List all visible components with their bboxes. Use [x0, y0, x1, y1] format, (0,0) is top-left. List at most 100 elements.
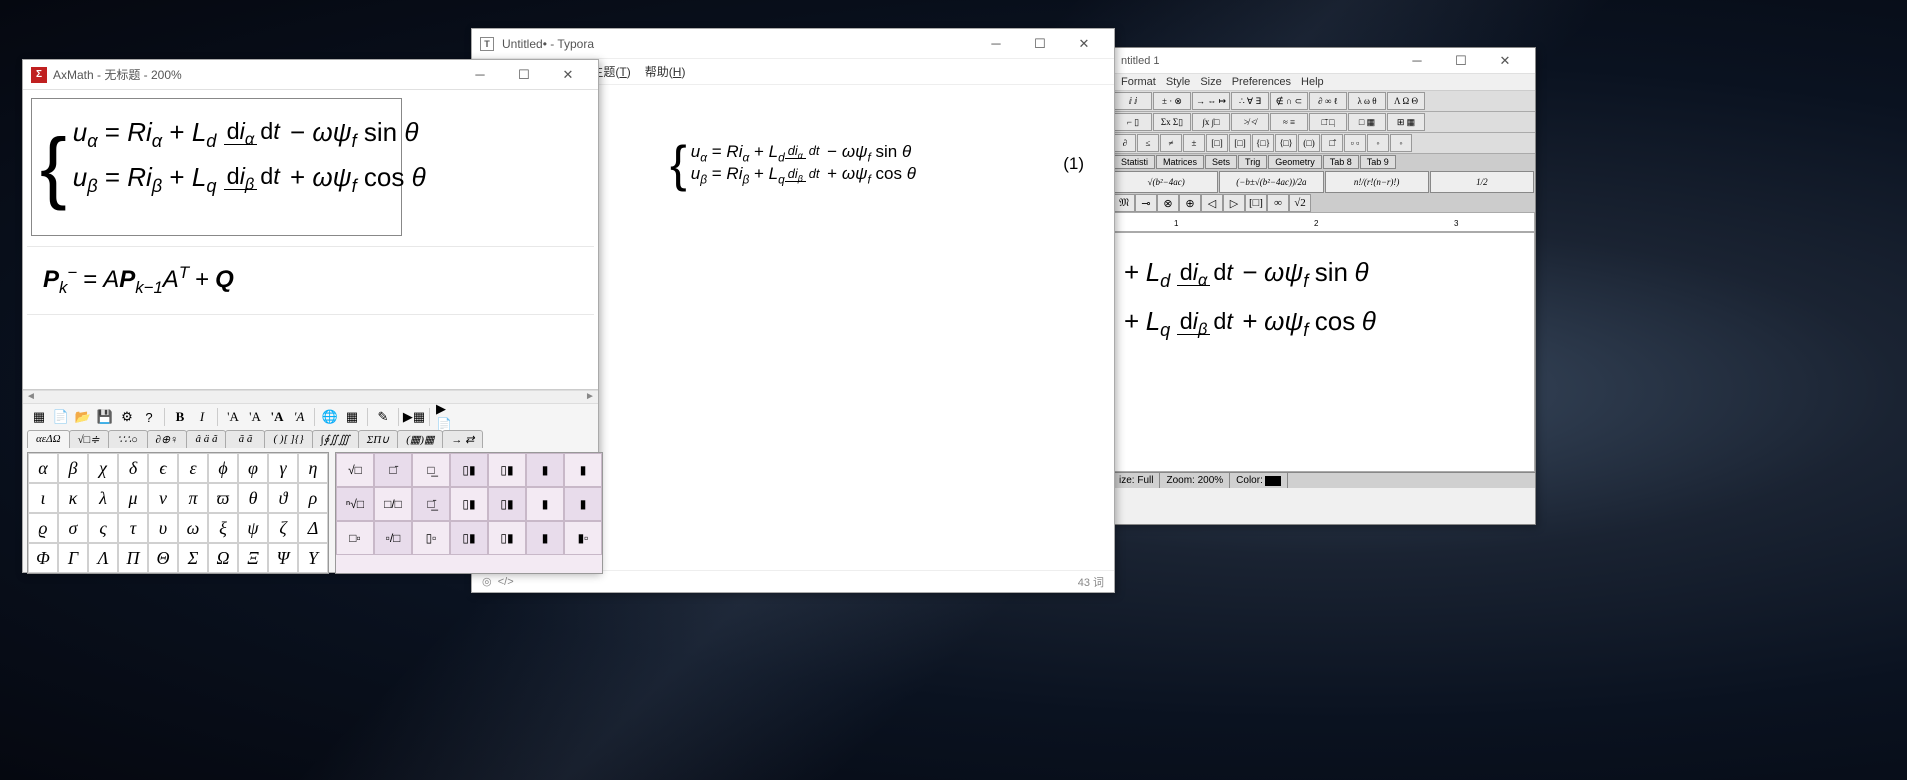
- template-cell[interactable]: ▮: [526, 487, 564, 521]
- tab-greek[interactable]: αεΔΩ: [27, 430, 70, 448]
- axmath-titlebar[interactable]: Σ AxMath - 无标题 - 200% ─ ☐ ✕: [23, 60, 598, 90]
- greek-π[interactable]: π: [178, 483, 208, 513]
- tb-btn[interactable]: ⟨□⟩: [1275, 134, 1297, 152]
- greek-ϖ[interactable]: ϖ: [208, 483, 238, 513]
- save-icon[interactable]: 💾: [95, 407, 115, 427]
- greek-α[interactable]: α: [28, 453, 58, 483]
- font-a2[interactable]: 'A: [245, 407, 265, 427]
- greek-Σ[interactable]: Σ: [178, 543, 208, 573]
- axmath-equation-1[interactable]: { uα = Riα + Ld diαdt − ωψf sin θ uβ = R…: [31, 98, 402, 236]
- tab-sets[interactable]: Sets: [1205, 155, 1237, 169]
- greek-η[interactable]: η: [298, 453, 328, 483]
- tpl-half[interactable]: 1/2: [1430, 171, 1534, 193]
- tab-operators[interactable]: ∂⊕♀: [147, 430, 188, 448]
- tb-btn[interactable]: ∂ ∞ ℓ: [1309, 92, 1347, 110]
- export-icon[interactable]: ▶📄: [435, 407, 455, 427]
- greek-θ[interactable]: θ: [238, 483, 268, 513]
- tab-matrix[interactable]: (▦)▦: [397, 430, 443, 448]
- tab-trig[interactable]: Trig: [1238, 155, 1267, 169]
- tex-document[interactable]: + Ld diαdt − ωψf sin θ + Lq diβdt + ωψf …: [1113, 232, 1535, 472]
- menu-preferences[interactable]: Preferences: [1232, 76, 1291, 88]
- tab-geometry[interactable]: Geometry: [1268, 155, 1322, 169]
- axmath-editor[interactable]: { uα = Riα + Ld diαdt − ωψf sin θ uβ = R…: [23, 90, 598, 390]
- template-cell[interactable]: √□: [336, 453, 374, 487]
- new-icon[interactable]: ▦: [29, 407, 49, 427]
- greek-κ[interactable]: κ: [58, 483, 88, 513]
- menu-help[interactable]: 帮助(H): [645, 63, 686, 80]
- greek-ϱ[interactable]: ϱ: [28, 513, 58, 543]
- tb-btn[interactable]: ◦: [1367, 134, 1389, 152]
- template-cell[interactable]: □̲̄: [412, 487, 450, 521]
- greek-Ξ[interactable]: Ξ: [238, 543, 268, 573]
- axmath-equation-2[interactable]: Pk− = APk−1AT + Q: [37, 257, 584, 304]
- close-button[interactable]: ✕: [1483, 47, 1527, 75]
- tex-equation-2[interactable]: + Lq diβdt + ωψf cos θ: [1124, 306, 1524, 341]
- template-cell[interactable]: ▯▮: [488, 487, 526, 521]
- typora-titlebar[interactable]: T Untitled• - Typora ─ ☐ ✕: [472, 29, 1114, 59]
- tb-btn[interactable]: Σx Σ▯: [1153, 113, 1191, 131]
- greek-Γ[interactable]: Γ: [58, 543, 88, 573]
- tb-btn[interactable]: λ ω θ: [1348, 92, 1386, 110]
- greek-ψ[interactable]: ψ: [238, 513, 268, 543]
- tb-btn[interactable]: ≯ ≮: [1231, 113, 1269, 131]
- greek-σ[interactable]: σ: [58, 513, 88, 543]
- template-cell[interactable]: ▯▮: [450, 453, 488, 487]
- maximize-button[interactable]: ☐: [502, 61, 546, 89]
- template-cell[interactable]: ▯▮: [450, 521, 488, 555]
- template-cell[interactable]: ▮: [564, 487, 602, 521]
- tb-btn[interactable]: ∫x ∫□: [1192, 113, 1230, 131]
- menu-format[interactable]: Format: [1121, 76, 1156, 88]
- greek-Ω[interactable]: Ω: [208, 543, 238, 573]
- greek-ξ[interactable]: ξ: [208, 513, 238, 543]
- color-swatch[interactable]: [1265, 476, 1281, 486]
- minimize-button[interactable]: ─: [974, 30, 1018, 58]
- palette-icon[interactable]: ▦: [342, 407, 362, 427]
- tb-btn[interactable]: ± · ⊗: [1153, 92, 1191, 110]
- tab-brackets[interactable]: ( )[ ]{}: [264, 430, 312, 448]
- tb-btn[interactable]: ∴ ∀ ∃: [1231, 92, 1269, 110]
- sym[interactable]: ▷: [1223, 194, 1245, 212]
- greek-ι[interactable]: ι: [28, 483, 58, 513]
- template-cell[interactable]: ▮: [526, 521, 564, 555]
- greek-λ[interactable]: λ: [88, 483, 118, 513]
- tb-btn[interactable]: ≤: [1137, 134, 1159, 152]
- tex-titlebar[interactable]: ntitled 1 ─ ☐ ✕: [1113, 48, 1535, 74]
- template-cell[interactable]: ▯▮: [488, 453, 526, 487]
- template-cell[interactable]: ▯▮: [488, 521, 526, 555]
- greek-ε[interactable]: ε: [178, 453, 208, 483]
- word-count[interactable]: 43 词: [1078, 574, 1104, 590]
- tb-btn[interactable]: ⊞ ▦: [1387, 113, 1425, 131]
- template-cell[interactable]: ▮: [526, 453, 564, 487]
- doc-icon[interactable]: 📄: [51, 407, 71, 427]
- tab-arrows[interactable]: → ⇄: [442, 430, 483, 448]
- greek-ζ[interactable]: ζ: [268, 513, 298, 543]
- template-cell[interactable]: ▮: [564, 453, 602, 487]
- tb-btn[interactable]: Λ Ω Θ: [1387, 92, 1425, 110]
- template-cell[interactable]: □̄: [374, 453, 412, 487]
- edit-icon[interactable]: ✎: [373, 407, 393, 427]
- tb-btn[interactable]: □ ▦: [1348, 113, 1386, 131]
- tb-btn[interactable]: ◦: [1390, 134, 1412, 152]
- greek-ϑ[interactable]: ϑ: [268, 483, 298, 513]
- greek-ϕ[interactable]: ϕ: [208, 453, 238, 483]
- greek-Δ[interactable]: Δ: [298, 513, 328, 543]
- minimize-button[interactable]: ─: [458, 61, 502, 89]
- sym[interactable]: ∞: [1267, 194, 1289, 212]
- tb-btn[interactable]: → ⇔ ↦: [1192, 92, 1230, 110]
- close-button[interactable]: ✕: [1062, 30, 1106, 58]
- bold-button[interactable]: B: [170, 407, 190, 427]
- tb-btn[interactable]: [□]: [1206, 134, 1228, 152]
- italic-button[interactable]: I: [192, 407, 212, 427]
- sym[interactable]: ⊕: [1179, 194, 1201, 212]
- tex-equation-1[interactable]: + Ld diαdt − ωψf sin θ: [1124, 257, 1524, 292]
- sym[interactable]: 𝔐: [1113, 194, 1135, 212]
- greek-ϵ[interactable]: ϵ: [148, 453, 178, 483]
- tab-9[interactable]: Tab 9: [1360, 155, 1396, 169]
- tab-logic[interactable]: ∵∴○: [108, 430, 148, 448]
- greek-Λ[interactable]: Λ: [88, 543, 118, 573]
- close-button[interactable]: ✕: [546, 61, 590, 89]
- greek-Π[interactable]: Π: [118, 543, 148, 573]
- greek-Ψ[interactable]: Ψ: [268, 543, 298, 573]
- maximize-button[interactable]: ☐: [1439, 47, 1483, 75]
- tab-accents2[interactable]: ã ã: [225, 430, 265, 448]
